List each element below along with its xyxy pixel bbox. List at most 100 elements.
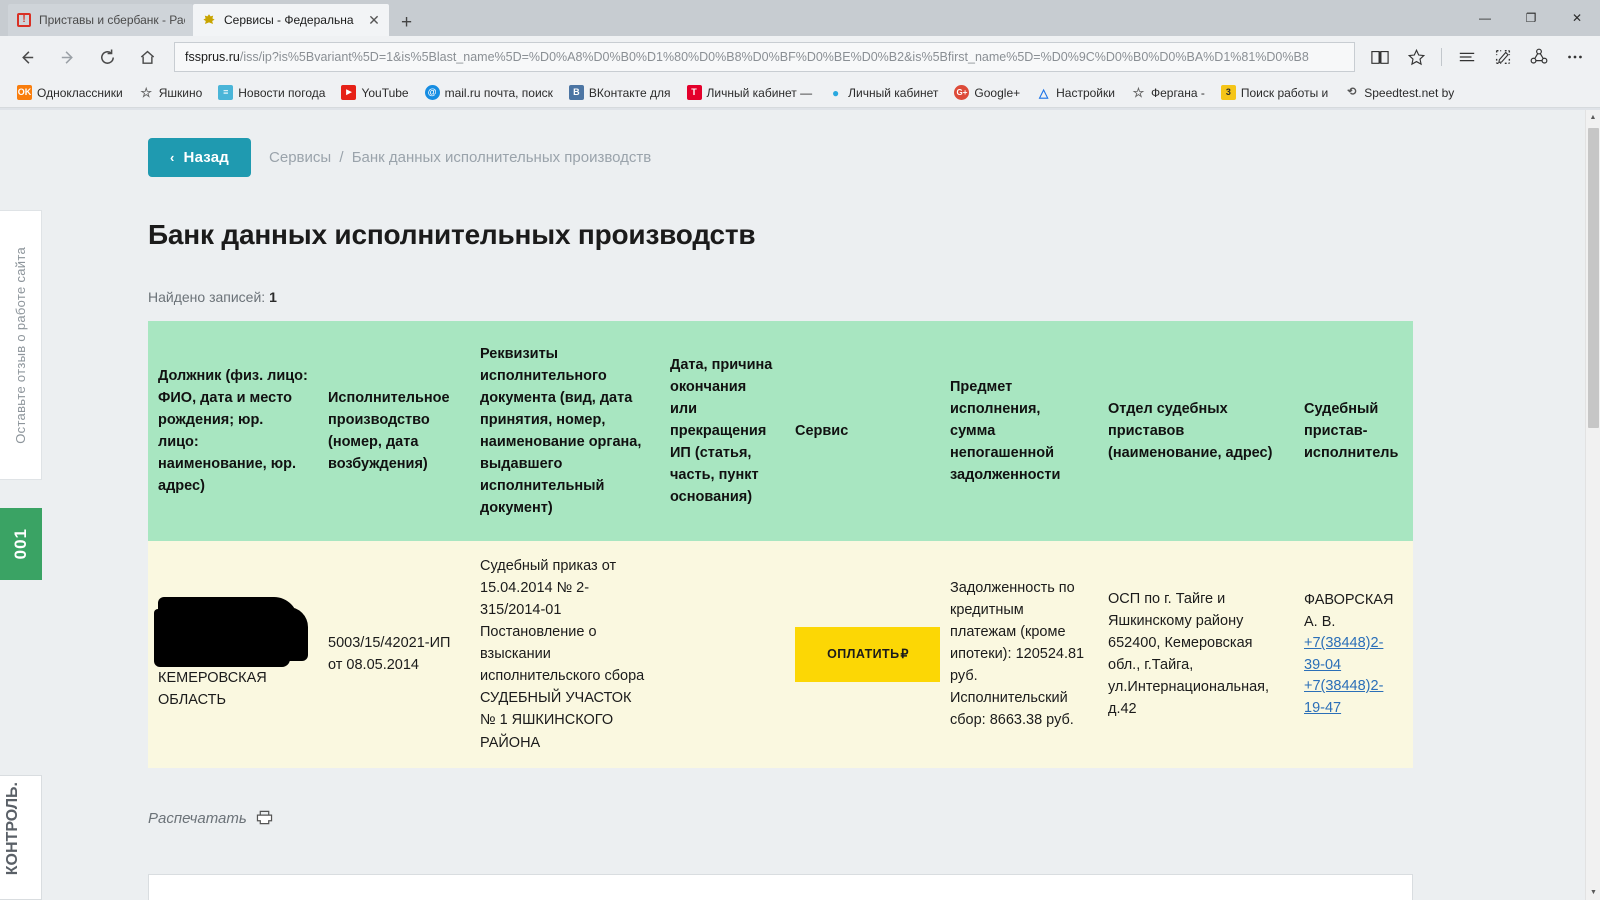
breadcrumb-separator: / (339, 149, 344, 166)
toolbar-icons (1363, 41, 1592, 73)
bookmark-label: Одноклассники (37, 85, 123, 100)
alert-icon: ! (16, 12, 32, 28)
bookmark-label: Настройки (1056, 85, 1115, 100)
navigation-bar: fssprus.ru/iss/ip?is%5Bvariant%5D=1&is%5… (0, 36, 1600, 78)
web-note-icon[interactable] (1486, 41, 1520, 73)
bailiff-name: ФАВОРСКАЯ А. В. (1304, 591, 1394, 630)
print-link[interactable]: Распечатать (148, 810, 1300, 828)
bookmark-label: Поиск работы и (1240, 85, 1329, 100)
bookmark-item[interactable]: ⟲ Speedtest.net by (1337, 83, 1461, 102)
visitor-counter-value: 001 (11, 528, 30, 560)
feedback-tab-label: Оставьте отзыв о работе сайта (13, 246, 28, 444)
feedback-tab[interactable]: Оставьте отзыв о работе сайта (0, 210, 42, 480)
cell-document: Судебный приказ от 15.04.2014 № 2-315/20… (470, 541, 660, 768)
hub-lines-icon[interactable] (1450, 41, 1484, 73)
maximize-button[interactable]: ❐ (1508, 0, 1554, 36)
breadcrumb-parent[interactable]: Сервисы (269, 149, 331, 166)
window-controls: — ❐ ✕ (1462, 0, 1600, 36)
youtube-icon: ▶ (341, 85, 357, 100)
bookmark-item[interactable]: ☆ Яшкино (132, 83, 210, 102)
close-icon[interactable]: ✕ (367, 12, 381, 29)
bookmark-label: ВКонтакте для (588, 85, 671, 100)
minimize-button[interactable]: — (1462, 0, 1508, 36)
refresh-arrow-icon[interactable] (88, 41, 126, 73)
results-table-body: КЕМЕРОВСКАЯ ОБЛАСТЬ 5003/15/42021-ИП от … (148, 541, 1413, 768)
results-table: Должник (физ. лицо: ФИО, дата и место ро… (148, 321, 1413, 768)
results-table-head: Должник (физ. лицо: ФИО, дата и место ро… (148, 321, 1413, 542)
star-outline-icon: ☆ (1132, 85, 1145, 100)
bookmark-item[interactable]: ● Личный кабинет (821, 83, 945, 102)
back-arrow-icon[interactable] (8, 41, 46, 73)
bookmark-item[interactable]: ▶ YouTube (334, 83, 415, 102)
column-header-bailiff: Судебный пристав-исполнитель (1294, 321, 1413, 542)
cell-debtor: КЕМЕРОВСКАЯ ОБЛАСТЬ (148, 541, 318, 768)
star-outline-icon: ☆ (140, 85, 153, 100)
title-bar: ! Приставы и сбербанк - Рас Сервисы - Фе… (0, 0, 1600, 36)
new-tab-button[interactable]: + (389, 13, 424, 36)
superjob-icon: 3 (1220, 85, 1236, 100)
bottom-panel (148, 873, 1413, 900)
vertical-scrollbar[interactable]: ▲ ▼ (1585, 110, 1600, 900)
scrollbar-thumb[interactable] (1588, 128, 1599, 428)
cell-department: ОСП по г. Тайге и Яшкинскому району 6524… (1098, 541, 1294, 768)
column-header-subject: Предмет исполнения, сумма непогашенной з… (940, 321, 1098, 542)
tab-title: Приставы и сбербанк - Рас (39, 13, 185, 27)
pay-button-label: ОПЛАТИТЬ (827, 646, 900, 661)
back-button[interactable]: ‹ Назад (148, 138, 252, 177)
breadcrumb-current: Банк данных исполнительных производств (351, 149, 652, 166)
cell-termination (660, 541, 785, 768)
bookmark-label: Фергана - (1150, 85, 1205, 100)
bookmark-item[interactable]: △ Настройки (1029, 83, 1122, 102)
cell-proceeding: 5003/15/42021-ИП от 08.05.2014 (318, 541, 470, 768)
bookmarks-bar: OK Одноклассники ☆ Яшкино ≡ Новости погода … (0, 78, 1600, 108)
bailiff-phone-link[interactable]: +7(38448)2-39-04 (1304, 633, 1403, 677)
bookmark-label: Google+ (974, 85, 1021, 100)
control-widget-label: КОНТРОЛЬ. (3, 782, 21, 876)
bookmark-label: Новости погода (238, 85, 326, 100)
tab-title: Сервисы - Федеральна (224, 13, 354, 27)
browser-tab-1[interactable]: ! Приставы и сбербанк - Рас (8, 4, 193, 36)
bailiff-phone-link[interactable]: +7(38448)2-19-47 (1304, 676, 1403, 720)
scroll-up-arrow[interactable]: ▲ (1586, 110, 1600, 125)
tab-strip: ! Приставы и сбербанк - Рас Сервисы - Фе… (0, 0, 424, 36)
breadcrumb: Сервисы / Банк данных исполнительных про… (269, 149, 651, 166)
toolbar-divider (1441, 48, 1442, 66)
scroll-down-arrow[interactable]: ▼ (1586, 885, 1600, 900)
weather-icon: ≡ (218, 85, 234, 100)
favorites-star-icon[interactable] (1399, 41, 1433, 73)
window-close-button[interactable]: ✕ (1554, 0, 1600, 36)
pay-button[interactable]: ОПЛАТИТЬ ₽ (795, 626, 941, 682)
debtor-region: КЕМЕРОВСКАЯ ОБЛАСТЬ (158, 670, 267, 709)
bookmark-item[interactable]: B ВКонтакте для (562, 83, 678, 102)
table-row: КЕМЕРОВСКАЯ ОБЛАСТЬ 5003/15/42021-ИП от … (148, 541, 1413, 768)
found-records-label: Найдено записей: (148, 289, 266, 305)
cell-subject: Задолженность по кредитным платежам (кро… (940, 541, 1098, 768)
bookmark-item[interactable]: OK Одноклассники (10, 83, 130, 102)
share-icon[interactable] (1522, 41, 1556, 73)
speedtest-icon: ⟲ (1347, 86, 1357, 98)
column-header-document: Реквизиты исполнительного документа (вид… (470, 321, 660, 542)
mailru-icon: @ (424, 85, 440, 100)
url-path: /iss/ip?is%5Bvariant%5D=1&is%5Blast_name… (239, 50, 1309, 64)
print-link-label: Распечатать (148, 810, 247, 828)
column-header-proceeding: Исполнительное производство (номер, дата… (318, 321, 470, 542)
found-records: Найдено записей: 1 (148, 289, 1300, 305)
column-header-department: Отдел судебных приставов (наименование, … (1098, 321, 1294, 542)
address-bar[interactable]: fssprus.ru/iss/ip?is%5Bvariant%5D=1&is%5… (174, 42, 1355, 72)
bookmark-item[interactable]: T Личный кабинет — (680, 83, 820, 102)
control-widget[interactable]: КОНТРОЛЬ. (0, 775, 42, 900)
home-icon[interactable] (128, 41, 166, 73)
browser-tab-2[interactable]: Сервисы - Федеральна ✕ (193, 4, 389, 36)
bookmark-item[interactable]: ≡ Новости погода (211, 83, 332, 102)
bookmark-item[interactable]: G+ Google+ (947, 83, 1027, 102)
bookmark-item[interactable]: ☆ Фергана - (1124, 83, 1212, 102)
column-header-debtor: Должник (физ. лицо: ФИО, дата и место ро… (148, 321, 318, 542)
cell-service: ОПЛАТИТЬ ₽ (785, 541, 941, 768)
more-dots-icon[interactable] (1558, 41, 1592, 73)
bookmark-item[interactable]: 3 Поиск работы и (1214, 83, 1335, 102)
bookmark-item[interactable]: @ mail.ru почта, поиск (418, 83, 560, 102)
reading-view-icon[interactable] (1363, 41, 1397, 73)
bird-icon: ● (832, 85, 840, 100)
visitor-counter-badge: 001 (0, 508, 42, 580)
forward-arrow-icon[interactable] (48, 41, 86, 73)
